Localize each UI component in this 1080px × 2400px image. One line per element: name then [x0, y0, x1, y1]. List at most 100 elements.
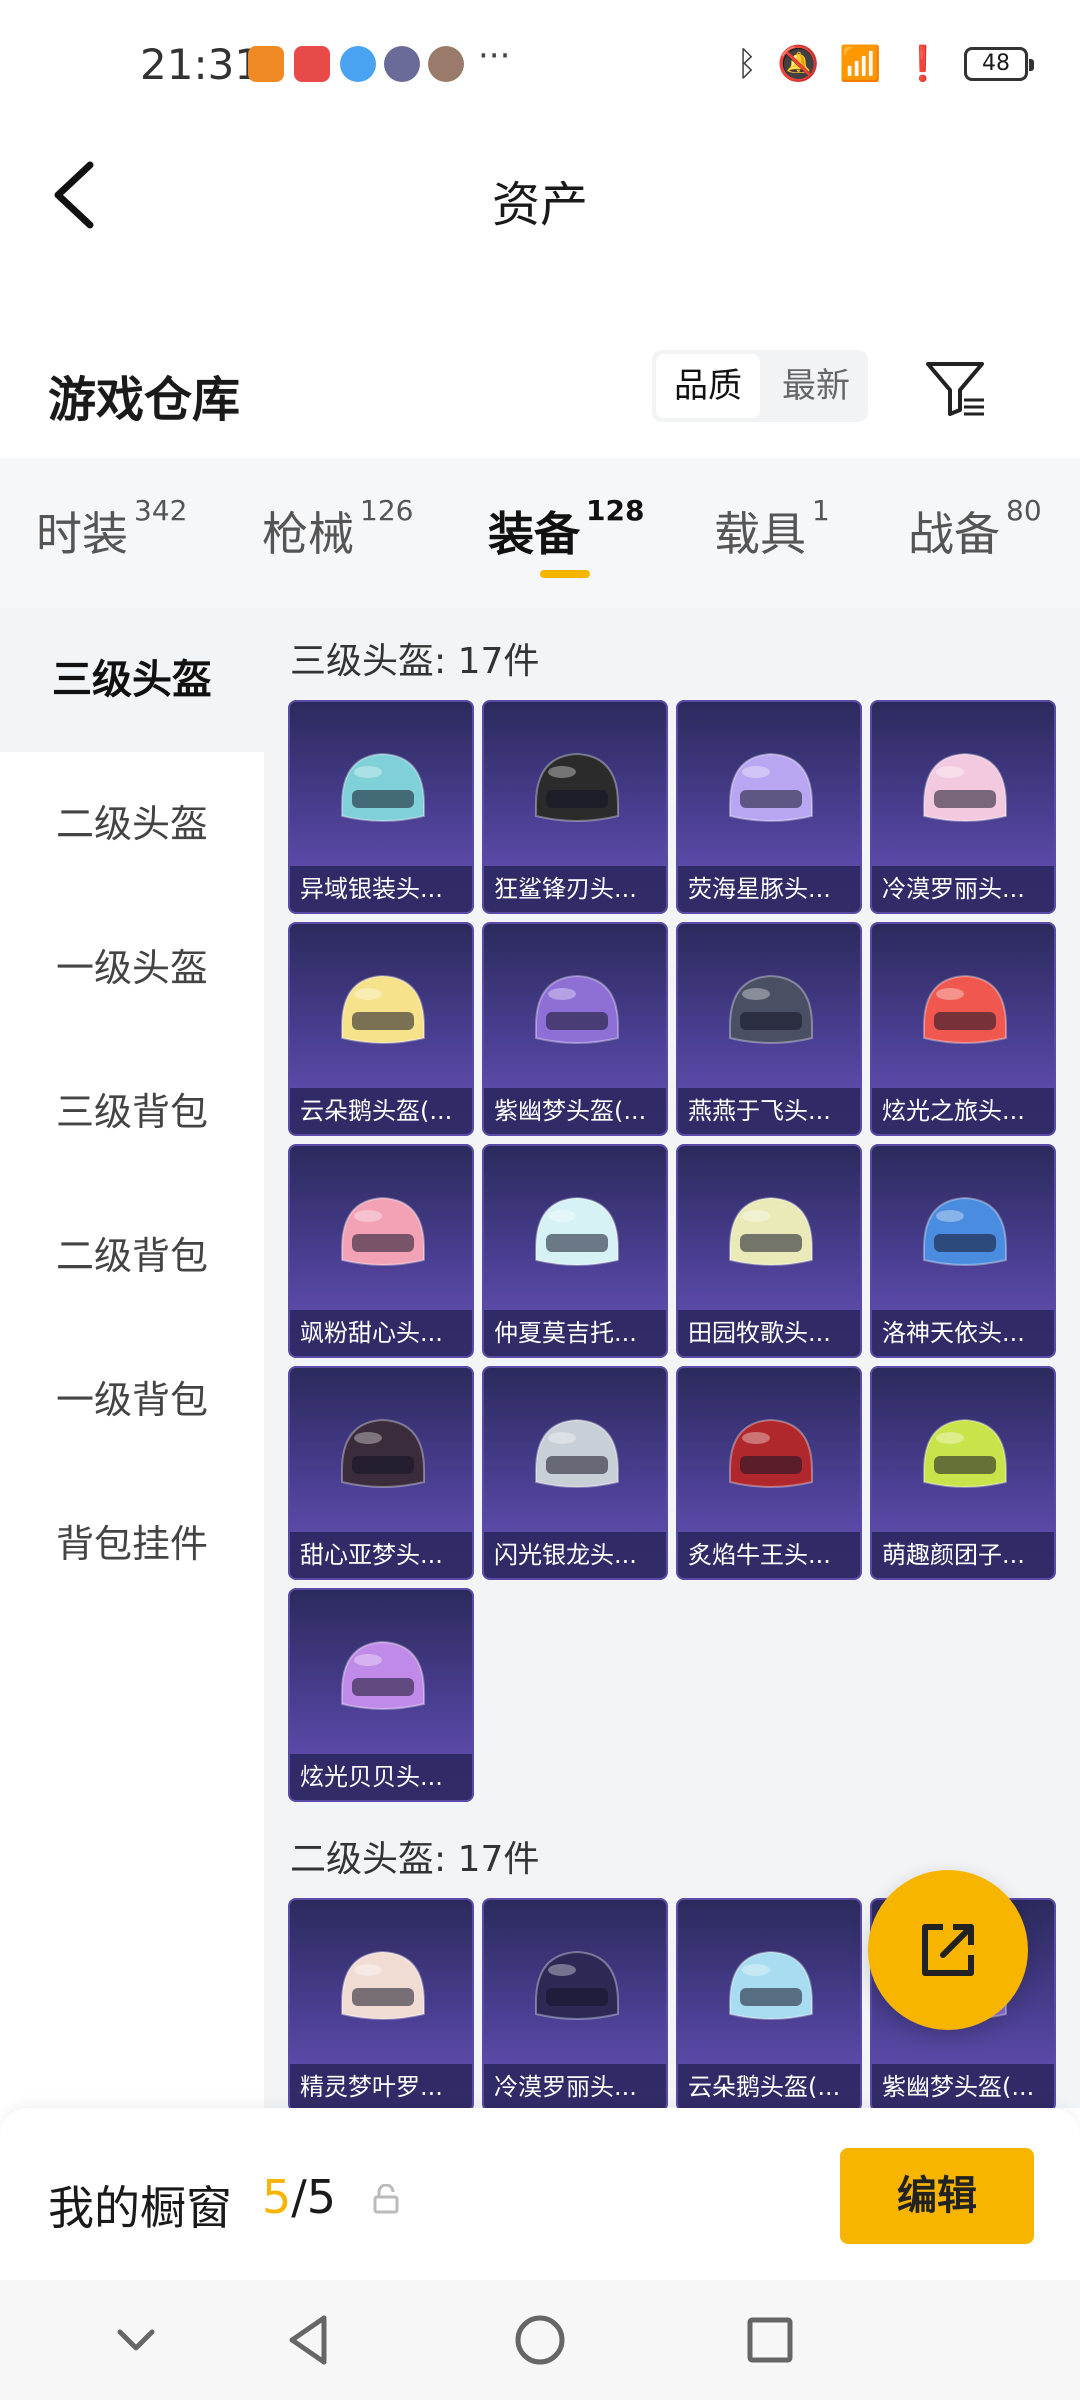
category-tabs: 时装 342 枪械 126 装备 128 载具 1 战备 80	[0, 458, 1080, 608]
share-fab-button[interactable]	[868, 1870, 1028, 2030]
status-bar: 21:31 ··· ᛒ 🔕 📶 ❗ 48	[0, 0, 1080, 130]
sidebar-item-backpack-charm[interactable]: 背包挂件	[0, 1472, 264, 1616]
sort-newest-button[interactable]: 最新	[764, 350, 868, 422]
item-card[interactable]: 狂鲨锋刃头...	[482, 700, 668, 914]
notification-icon	[248, 46, 284, 82]
more-notifications-icon: ···	[478, 36, 511, 76]
item-card[interactable]: 萌趣颜团子...	[870, 1366, 1056, 1580]
item-name: 炫光之旅头...	[872, 1088, 1054, 1134]
item-grid-level3-helmet: 异域银装头... 狂鲨锋刃头... 荧海星豚头... 冷漠罗丽头... 云朵鹅头盔(..…	[288, 700, 1056, 1802]
sidebar-item-level1-backpack[interactable]: 一级背包	[0, 1328, 264, 1472]
page-title: 资产	[491, 177, 588, 233]
battery-icon: 48	[964, 47, 1034, 81]
sidebar-item-level2-backpack[interactable]: 二级背包	[0, 1184, 264, 1328]
item-card[interactable]: 云朵鹅头盔(...	[676, 1898, 862, 2108]
item-name: 紫幽梦头盔(...	[872, 2064, 1054, 2108]
helmet-icon	[923, 1418, 1007, 1488]
item-card[interactable]: 炫光之旅头...	[870, 922, 1056, 1136]
item-name: 紫幽梦头盔(...	[484, 1088, 666, 1134]
item-name: 仲夏莫吉托...	[484, 1310, 666, 1356]
sidebar-item-level3-helmet[interactable]: 三级头盔	[0, 608, 264, 752]
item-name: 云朵鹅头盔(...	[290, 1088, 472, 1134]
tab-equipment[interactable]: 装备 128	[488, 494, 644, 564]
item-name: 萌趣颜团子...	[872, 1532, 1054, 1578]
item-card[interactable]: 异域银装头...	[288, 700, 474, 914]
app-header: 资产	[0, 130, 1080, 260]
showcase-label: 我的橱窗	[48, 2181, 232, 2235]
notification-icon	[294, 46, 330, 82]
item-name: 飒粉甜心头...	[290, 1310, 472, 1356]
tab-weapons[interactable]: 枪械 126	[262, 494, 413, 564]
item-card[interactable]: 冷漠罗丽头...	[482, 1898, 668, 2108]
helmet-icon	[341, 1196, 425, 1266]
item-name: 冷漠罗丽头...	[872, 866, 1054, 912]
item-card[interactable]: 冷漠罗丽头...	[870, 700, 1056, 914]
wifi-icon: 📶	[839, 44, 882, 84]
helmet-icon	[729, 974, 813, 1044]
item-card[interactable]: 洛神天依头...	[870, 1144, 1056, 1358]
helmet-icon	[923, 974, 1007, 1044]
item-card[interactable]: 荧海星豚头...	[676, 700, 862, 914]
item-card[interactable]: 闪光银龙头...	[482, 1366, 668, 1580]
helmet-icon	[535, 1196, 619, 1266]
helmet-icon	[729, 1418, 813, 1488]
tab-fashion[interactable]: 时装 342	[36, 494, 187, 564]
group-title-level2-helmet: 二级头盔: 17件	[290, 1839, 540, 1880]
lock-icon	[373, 2184, 399, 2214]
tab-supplies[interactable]: 战备 80	[908, 494, 1042, 564]
item-card[interactable]: 炙焰牛王头...	[676, 1366, 862, 1580]
active-tab-indicator	[540, 570, 590, 578]
item-name: 甜心亚梦头...	[290, 1532, 472, 1578]
helmet-icon	[729, 752, 813, 822]
helmet-icon	[341, 1418, 425, 1488]
nav-back-icon[interactable]	[280, 2310, 340, 2370]
helmet-icon	[341, 1640, 425, 1710]
item-card[interactable]: 飒粉甜心头...	[288, 1144, 474, 1358]
item-card[interactable]: 仲夏莫吉托...	[482, 1144, 668, 1358]
nav-home-icon[interactable]	[510, 2310, 570, 2370]
collapse-chevron-icon[interactable]	[106, 2310, 166, 2370]
item-card[interactable]: 甜心亚梦头...	[288, 1366, 474, 1580]
sidebar-item-level3-backpack[interactable]: 三级背包	[0, 1040, 264, 1184]
helmet-icon	[729, 1950, 813, 2020]
tab-vehicles[interactable]: 载具 1	[714, 494, 830, 564]
system-nav-bar	[0, 2280, 1080, 2400]
section-title: 游戏仓库	[48, 372, 241, 428]
helmet-icon	[535, 1418, 619, 1488]
item-name: 云朵鹅头盔(...	[678, 2064, 860, 2108]
showcase-bar: 我的橱窗 5/5 编辑	[0, 2108, 1080, 2280]
group-title-level3-helmet: 三级头盔: 17件	[290, 641, 540, 682]
helmet-icon	[341, 1950, 425, 2020]
notification-icon	[340, 46, 376, 82]
helmet-icon	[535, 974, 619, 1044]
edit-button[interactable]: 编辑	[840, 2148, 1034, 2244]
item-card[interactable]: 云朵鹅头盔(...	[288, 922, 474, 1136]
sidebar-item-level2-helmet[interactable]: 二级头盔	[0, 752, 264, 896]
status-icons: ᛒ 🔕 📶 ❗ 48	[736, 44, 1034, 84]
nav-recents-icon[interactable]	[740, 2310, 800, 2370]
item-card[interactable]: 燕燕于飞头...	[676, 922, 862, 1136]
bluetooth-icon: ᛒ	[736, 44, 757, 84]
helmet-icon	[341, 974, 425, 1044]
alert-icon: ❗	[901, 44, 944, 84]
sidebar-item-level1-helmet[interactable]: 一级头盔	[0, 896, 264, 1040]
status-time: 21:31	[140, 40, 262, 89]
showcase-count: 5/5	[262, 2170, 337, 2224]
item-name: 炙焰牛王头...	[678, 1532, 860, 1578]
item-card[interactable]: 精灵梦叶罗...	[288, 1898, 474, 2108]
item-name: 洛神天依头...	[872, 1310, 1054, 1356]
helmet-icon	[923, 1196, 1007, 1266]
helmet-icon	[729, 1196, 813, 1266]
sort-quality-button[interactable]: 品质	[656, 354, 760, 418]
item-name: 炫光贝贝头...	[290, 1754, 472, 1800]
item-name: 冷漠罗丽头...	[484, 2064, 666, 2108]
helmet-icon	[923, 752, 1007, 822]
item-name: 闪光银龙头...	[484, 1532, 666, 1578]
item-card[interactable]: 炫光贝贝头...	[288, 1588, 474, 1802]
notification-icon	[384, 46, 420, 82]
item-name: 精灵梦叶罗...	[290, 2064, 472, 2108]
filter-icon[interactable]	[922, 356, 988, 422]
item-card[interactable]: 田园牧歌头...	[676, 1144, 862, 1358]
item-card[interactable]: 紫幽梦头盔(...	[482, 922, 668, 1136]
item-name: 狂鲨锋刃头...	[484, 866, 666, 912]
